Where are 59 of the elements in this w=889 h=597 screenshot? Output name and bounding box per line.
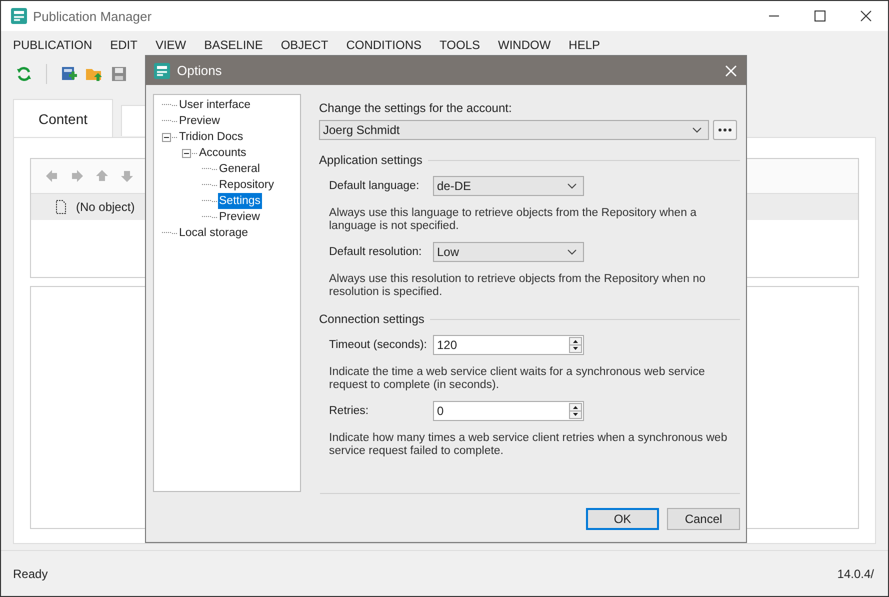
close-icon[interactable] — [860, 10, 872, 22]
chevron-down-icon — [567, 183, 577, 189]
status-text: Ready — [13, 566, 48, 580]
folder-icon[interactable] — [85, 66, 103, 82]
account-dropdown[interactable]: Joerg Schmidt — [319, 120, 709, 140]
version-text: 14.0.4/ — [837, 566, 874, 580]
app-icon — [11, 8, 27, 24]
menu-item[interactable]: WINDOW — [498, 38, 551, 52]
tree-item[interactable]: General — [218, 161, 261, 177]
expander-icon[interactable] — [182, 148, 191, 158]
number-field[interactable]: 120 — [433, 335, 584, 355]
tree-item[interactable]: Settings — [218, 193, 262, 209]
window-title: Publication Manager — [33, 8, 152, 24]
tree-item[interactable]: Local storage — [178, 225, 250, 241]
field-label: Retries: — [329, 405, 370, 417]
help-text: Always use this language to retrieve objects from the Repository when a language is not specified. — [329, 207, 698, 233]
spinner-icon[interactable] — [569, 337, 582, 353]
dropdown[interactable]: Low — [433, 242, 584, 262]
tree-item[interactable]: Tridion Docs — [178, 129, 244, 145]
tree-item[interactable]: Preview — [178, 113, 221, 129]
field-label: Timeout (seconds): — [329, 339, 428, 351]
help-text: Always use this resolution to retrieve objects from the Repository when no resolution is specified. — [329, 273, 706, 299]
field-label: Default language: — [329, 180, 420, 192]
section-title: Connection settings — [319, 312, 424, 326]
save-icon[interactable] — [111, 66, 127, 82]
menu-item[interactable]: BASELINE — [204, 38, 263, 52]
menu-item[interactable]: EDIT — [110, 38, 138, 52]
section-title: Application settings — [319, 153, 422, 167]
help-text: Indicate the time a web service client waits for a synchronous web service request to complete (in seconds). — [329, 366, 706, 392]
expander-icon[interactable] — [162, 132, 171, 142]
dialog-title: Options — [177, 63, 222, 78]
chevron-down-icon — [692, 127, 702, 133]
tree-item[interactable]: Accounts — [198, 145, 248, 161]
cancel-button[interactable]: Cancel — [667, 508, 740, 530]
menu-item[interactable]: PUBLICATION — [13, 38, 92, 52]
content-tab[interactable]: Content — [13, 99, 113, 137]
refresh-icon[interactable] — [16, 66, 32, 82]
menu-item[interactable]: OBJECT — [280, 38, 328, 52]
menu-item[interactable]: CONDITIONS — [346, 38, 422, 52]
menu-item[interactable]: HELP — [568, 38, 600, 52]
tree-item[interactable]: Repository — [218, 177, 275, 193]
document-icon — [56, 200, 66, 214]
number-field[interactable]: 0 — [433, 401, 584, 421]
menu-item[interactable]: TOOLS — [440, 38, 480, 52]
dropdown[interactable]: de-DE — [433, 176, 584, 196]
help-text: Indicate how many times a web service client retries when a synchronous web service request failed to complete. — [329, 432, 728, 458]
new-document-icon[interactable] — [61, 66, 77, 82]
maximize-icon[interactable] — [814, 10, 826, 22]
more-button[interactable] — [713, 120, 737, 140]
app-icon — [154, 62, 170, 78]
menu-item[interactable]: VIEW — [155, 38, 186, 52]
ellipsis-icon — [718, 128, 732, 132]
ok-button[interactable]: OK — [586, 508, 659, 530]
account-label: Change the settings for the account: — [319, 101, 513, 115]
tree-item[interactable]: Preview — [218, 209, 261, 225]
chevron-down-icon — [567, 249, 577, 255]
field-label: Default resolution: — [329, 246, 423, 258]
tree-item[interactable]: User interface — [178, 97, 252, 113]
spinner-icon[interactable] — [569, 403, 582, 419]
